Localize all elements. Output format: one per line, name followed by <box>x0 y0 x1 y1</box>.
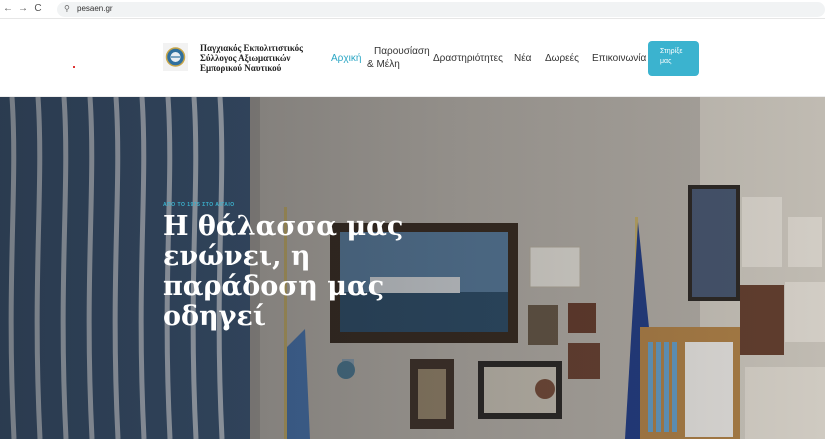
hero-eyebrow: ΑΠΟ ΤΟ 1975 ΣΤΟ ΑΙΓΑΙΟ <box>163 202 235 208</box>
hero-headline-line-3: παράδοση μας <box>163 271 385 302</box>
hero-headline-line-1: Η θάλασσα μας <box>163 211 404 242</box>
forward-icon[interactable]: → <box>17 3 29 15</box>
hero-headline: Η θάλασσα μας ενώνει, η παράδοση μας οδη… <box>163 212 433 332</box>
nav-news[interactable]: Νέα <box>514 53 531 65</box>
url-text[interactable]: pesaen.gr <box>77 4 113 13</box>
brand-name[interactable]: Παγχιακός Εκπολιτιστικός Σύλλογος Αξιωμα… <box>200 43 315 73</box>
brand-line-3: Εμπορικού Ναυτικού <box>200 63 282 73</box>
back-icon[interactable]: ← <box>2 3 14 15</box>
brand-line-2: Σύλλογος Αξιωματικών <box>200 53 291 63</box>
support-label-line-1: Στηρίξε <box>660 48 683 55</box>
logo-icon[interactable] <box>163 43 188 71</box>
brand-line-1: Παγχιακός Εκπολιτιστικός <box>200 43 303 53</box>
hero-headline-line-4: οδηγεί <box>163 301 266 332</box>
decorative-dot <box>73 66 75 68</box>
nav-contact[interactable]: Επικοινωνία <box>592 53 646 65</box>
hero-headline-line-2: ενώνει, η <box>163 241 311 272</box>
browser-toolbar: ← → C ⚲ pesaen.gr <box>0 0 825 19</box>
nav-presentation-line-2[interactable]: & Μέλη <box>367 59 400 71</box>
nav-donations[interactable]: Δωρεές <box>545 53 579 65</box>
nav-activities[interactable]: Δραστηριότητες <box>433 53 503 65</box>
address-bar[interactable]: ⚲ pesaen.gr <box>57 2 825 17</box>
support-label-line-2: μας <box>660 58 672 65</box>
reload-icon[interactable]: C <box>32 3 44 15</box>
support-button[interactable]: Στηρίξε μας <box>648 41 699 76</box>
nav-home[interactable]: Αρχική <box>331 53 361 65</box>
nav-presentation-line-1[interactable]: Παρουσίαση <box>374 46 430 58</box>
site-header <box>0 19 825 97</box>
site-info-icon[interactable]: ⚲ <box>64 4 70 13</box>
